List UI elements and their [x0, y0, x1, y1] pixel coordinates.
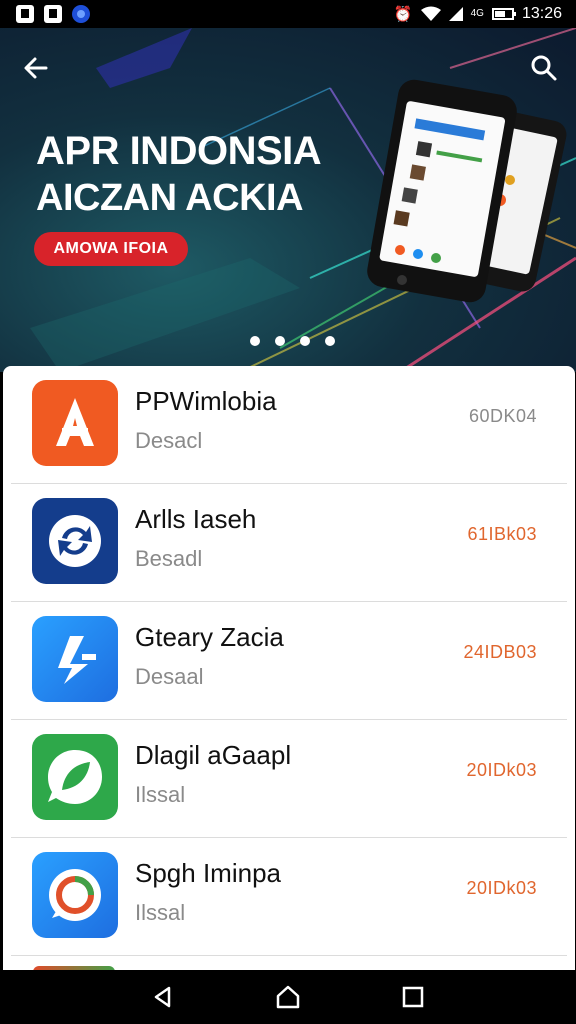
network-type: 4G [470, 8, 484, 19]
page-indicator [250, 336, 335, 346]
notification-area [16, 5, 90, 23]
photo-icon [44, 5, 62, 23]
app-name: Spgh Iminpa [135, 858, 281, 888]
back-triangle-icon [154, 986, 170, 1008]
banner-subtitle: AICZAN ACKIA [36, 177, 304, 219]
search-icon [531, 55, 557, 81]
system-tray: ⏰ 4G 13:26 [394, 5, 562, 23]
page-dot[interactable] [275, 336, 285, 346]
system-navigation-bar [0, 970, 576, 1024]
list-item[interactable]: Spgh Iminpa Ilssal 20IDk03 [3, 838, 575, 956]
back-arrow-icon [24, 57, 48, 79]
app-status: Desacl [135, 428, 203, 453]
app-name: Dlagil aGaapl [135, 740, 292, 770]
swirl-chat-icon [32, 852, 118, 938]
clock: 13:26 [521, 5, 562, 22]
app-size: 60DK04 [468, 406, 537, 426]
list-item[interactable]: Dlagil aGaapl Ilssal 20IDk03 [3, 720, 575, 838]
app-status: Ilssal [135, 782, 186, 807]
bolt-letter-icon [32, 616, 118, 702]
list-item[interactable]: Arlls Iaseh Besadl 61IBk03 [3, 484, 575, 602]
search-button[interactable] [528, 52, 560, 84]
hero-banner[interactable]: APR INDONSIA AICZAN ACKIA AMOWA IFOIA [0, 28, 576, 372]
page-dot[interactable] [300, 336, 310, 346]
wifi-icon [420, 6, 441, 21]
app-icon [72, 5, 90, 23]
app-status: Ilssal [135, 900, 186, 925]
app-name: PPWimlobia [135, 386, 277, 416]
signal-icon [448, 7, 463, 21]
alarm-icon: ⏰ [393, 5, 413, 23]
divider [11, 955, 567, 956]
page-dot[interactable] [250, 336, 260, 346]
app-size: 24IDB03 [463, 642, 537, 662]
back-arrow-button[interactable] [20, 52, 52, 84]
app-status: Desaal [135, 664, 204, 689]
app-size: 61IBk03 [467, 524, 537, 544]
nav-recents-button[interactable] [393, 977, 433, 1017]
app-size: 20IDk03 [466, 878, 537, 898]
recents-square-icon [403, 986, 424, 1008]
a-letter-icon [32, 380, 118, 466]
nav-back-button[interactable] [143, 977, 183, 1017]
battery-icon [491, 8, 516, 20]
nav-home-button[interactable] [268, 977, 308, 1017]
list-item[interactable]: Gteary Zacia Desaal 24IDB03 [3, 602, 575, 720]
app-name: Gteary Zacia [135, 622, 284, 652]
banner-cta-button[interactable]: AMOWA IFOIA [34, 232, 188, 266]
app-name: Arlls Iaseh [135, 504, 257, 534]
sync-circle-icon [32, 498, 118, 584]
list-item[interactable]: PPWimlobia Desacl 60DK04 [3, 366, 575, 484]
app-size: 20IDk03 [466, 760, 537, 780]
leaf-chat-icon [32, 734, 118, 820]
page-dot[interactable] [325, 336, 335, 346]
app-list: PPWimlobia Desacl 60DK04 Arlls Iaseh Bes… [3, 366, 575, 970]
banner-title: APR INDONSIA [36, 129, 322, 173]
home-icon [276, 985, 300, 1009]
app-status: Besadl [135, 546, 203, 571]
photo-icon [16, 5, 34, 23]
status-bar: ⏰ 4G 13:26 [0, 0, 576, 28]
